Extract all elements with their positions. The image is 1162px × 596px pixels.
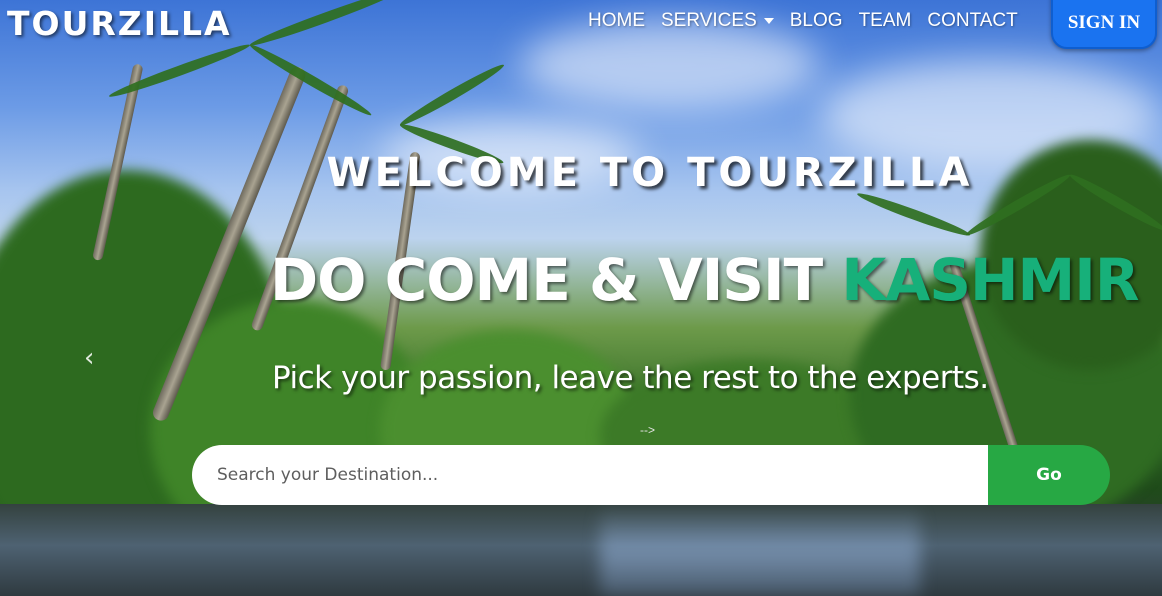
chevron-left-icon[interactable]: ‹ [84,343,94,373]
nav-services[interactable]: SERVICES [661,10,774,32]
palm-frond [855,189,972,240]
hero-tagline: Pick your passion, leave the rest to the… [272,360,989,396]
destination-search: Go [192,445,1110,505]
water [0,504,1162,596]
nav-contact[interactable]: CONTACT [927,10,1017,32]
sign-in-button[interactable]: SIGN IN [1051,0,1157,49]
headline-destination: KASHMIR [841,246,1139,314]
nav-home[interactable]: HOME [588,10,645,32]
nav-blog[interactable]: BLOG [790,10,843,32]
stray-text: --> [640,423,655,437]
palm-frond [247,40,374,120]
cloud [520,20,820,110]
welcome-heading: WELCOME TO TOURZILLA [0,150,1162,196]
main-nav: HOME SERVICES BLOG TEAM CONTACT [588,10,1018,32]
brand-logo[interactable]: TOURZILLA [7,4,232,43]
nav-team[interactable]: TEAM [859,10,912,32]
hero-headline: DO COME & VISIT KASHMIR [270,246,1140,314]
water-reflection [600,506,920,596]
welcome-text: WELCOME TO TOURZILLA [326,150,974,196]
headline-prefix: DO COME & VISIT [270,246,842,314]
hero-banner: TOURZILLA HOME SERVICES BLOG TEAM CONTAC… [0,0,1162,596]
nav-services-label: SERVICES [661,10,757,31]
palm-frond [397,60,507,130]
caret-down-icon [763,17,774,24]
palm-frond [248,0,403,50]
palm-frond [107,40,252,102]
go-button[interactable]: Go [988,445,1110,505]
search-input[interactable] [192,445,988,505]
